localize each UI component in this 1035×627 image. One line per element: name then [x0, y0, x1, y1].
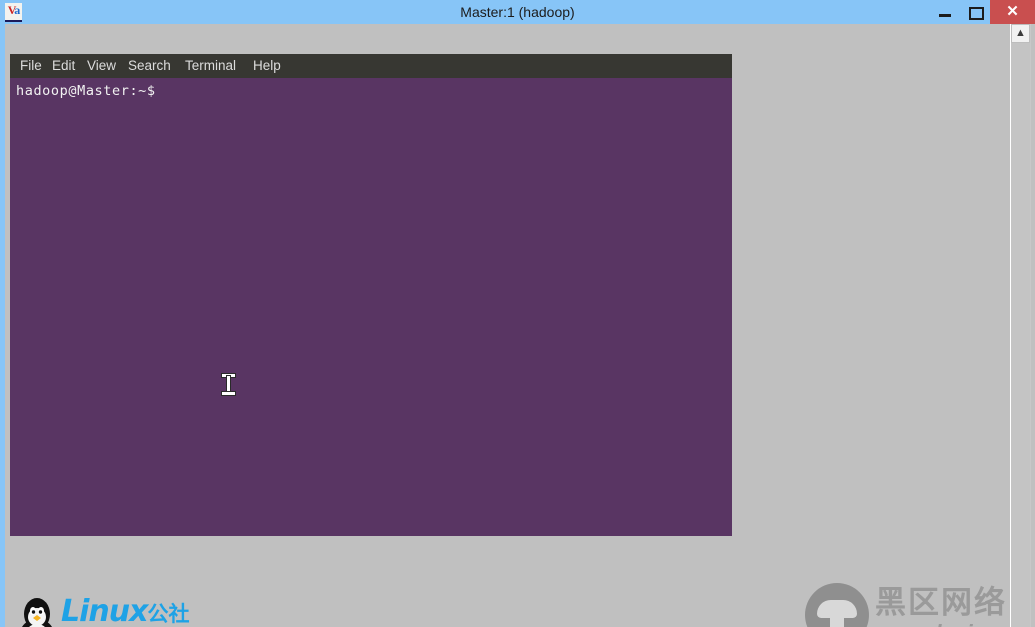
- terminal-output-area[interactable]: hadoop@Master:~$: [10, 78, 732, 536]
- menu-item-terminal[interactable]: Terminal: [185, 54, 236, 78]
- tux-penguin-logo: [21, 598, 53, 627]
- window-title: Master:1 (hadoop): [460, 4, 575, 20]
- screenshot-root: Va Master:1 (hadoop) ✕ File Edit View Se…: [0, 0, 1035, 627]
- terminal-menubar: File Edit View Search Terminal Help: [10, 54, 732, 78]
- watermark-heiqu: 黑区网络 www. he i qu. com: [805, 580, 1020, 627]
- menu-item-view[interactable]: View: [87, 54, 116, 78]
- shell-prompt: hadoop@Master:~$: [16, 83, 156, 99]
- scroll-up-button[interactable]: ▲: [1011, 24, 1030, 43]
- scroll-track[interactable]: [1011, 43, 1030, 627]
- watermark-left-text: Linux公社 www.Linuxidc.com: [61, 596, 224, 627]
- watermark-linuxidc: Linux公社 www.Linuxidc.com: [13, 594, 224, 627]
- mushroom-icon: [805, 583, 869, 627]
- ibeam-stem: [227, 376, 230, 393]
- menu-item-help[interactable]: Help: [253, 54, 281, 78]
- watermark-right-text: 黑区网络 www. he i qu. com: [875, 584, 1020, 627]
- minimize-icon: [939, 14, 951, 17]
- maximize-button[interactable]: [960, 0, 990, 24]
- menu-item-search[interactable]: Search: [128, 54, 171, 78]
- minimize-button[interactable]: [930, 0, 960, 24]
- window-vertical-scrollbar[interactable]: ▲: [1010, 24, 1031, 627]
- close-button[interactable]: ✕: [990, 0, 1035, 24]
- terminal-window[interactable]: File Edit View Search Terminal Help hado…: [10, 54, 732, 536]
- watermark-left-brand-latin: Linux: [61, 594, 148, 627]
- mouse-cursor-ibeam: [222, 374, 235, 395]
- ibeam-bottom-cap: [222, 392, 235, 395]
- close-icon: ✕: [1006, 3, 1019, 20]
- desktop-area: File Edit View Search Terminal Help hado…: [5, 24, 1035, 627]
- watermark-right-url: www. he i qu. com: [875, 622, 1020, 627]
- mushroom-stem-shape: [830, 614, 844, 627]
- watermark-right-brand: 黑区网络: [875, 585, 1007, 621]
- window-titlebar[interactable]: Va Master:1 (hadoop) ✕: [0, 0, 1035, 24]
- watermark-left-brand: Linux公社: [61, 596, 224, 627]
- watermark-left-brand-cn: 公社: [147, 602, 190, 626]
- menu-item-edit[interactable]: Edit: [52, 54, 75, 78]
- menu-item-file[interactable]: File: [20, 54, 42, 78]
- application-window: Va Master:1 (hadoop) ✕ File Edit View Se…: [0, 0, 1035, 627]
- maximize-icon: [969, 7, 984, 20]
